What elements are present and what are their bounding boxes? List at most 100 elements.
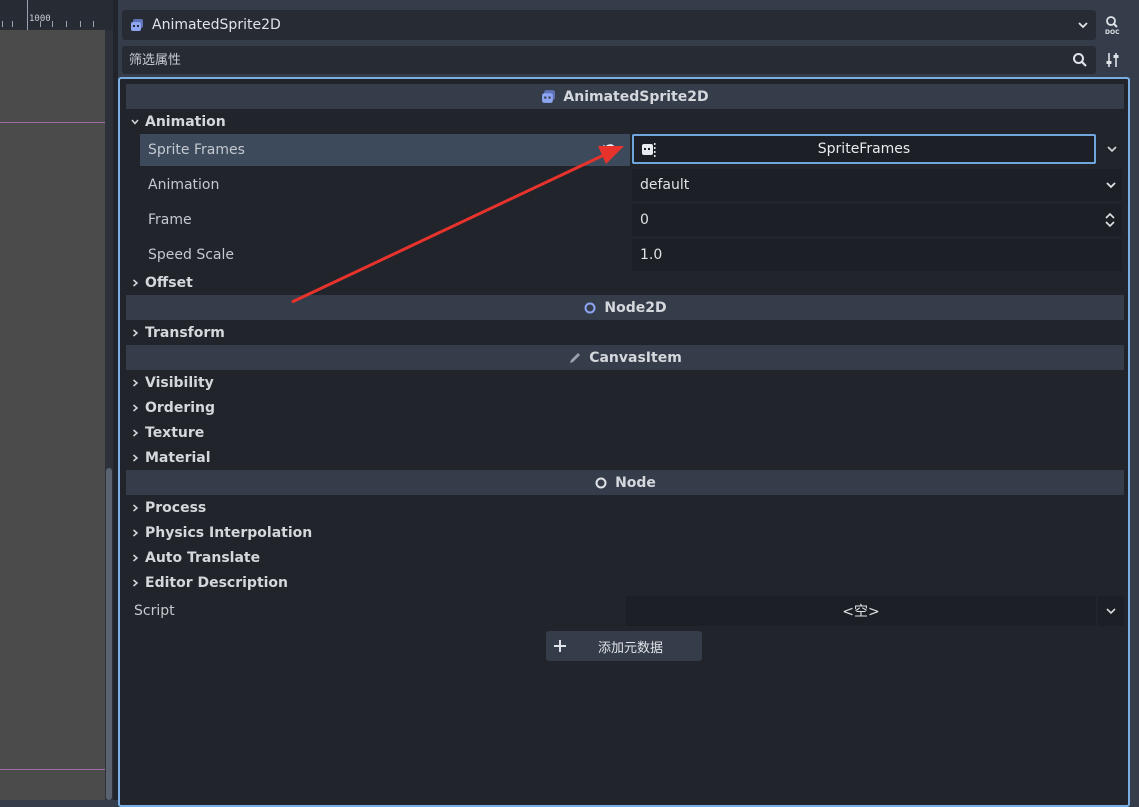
chevron-down-icon <box>1106 143 1118 155</box>
tools-button[interactable] <box>1100 47 1126 73</box>
node2d-icon <box>583 301 597 315</box>
property-filter-input[interactable] <box>122 46 1062 74</box>
section-header-animatedsprite2d: AnimatedSprite2D <box>126 84 1124 109</box>
frame-spinbox[interactable]: 0 <box>632 204 1122 236</box>
doc-icon: DOC <box>1104 15 1122 35</box>
ruler-tick <box>12 21 13 27</box>
chevron-down-icon <box>1076 18 1090 36</box>
group-process[interactable]: Process <box>126 495 1124 520</box>
script-value: <空> <box>842 604 880 620</box>
sprite-frames-resource-button[interactable]: SpriteFrames <box>632 134 1096 164</box>
group-offset[interactable]: Offset <box>126 270 1124 295</box>
chevron-right-icon <box>127 403 143 413</box>
group-physics-interpolation[interactable]: Physics Interpolation <box>126 520 1124 545</box>
section-title: Node2D <box>604 299 667 316</box>
viewport-scrollbar[interactable] <box>105 30 113 800</box>
group-label: Editor Description <box>145 574 289 591</box>
property-label: Sprite Frames <box>140 134 630 166</box>
property-row-sprite-frames: Sprite Frames SpriteFrames <box>138 134 1124 166</box>
group-label: Texture <box>145 424 205 441</box>
horizontal-ruler: 1000 <box>0 0 113 30</box>
ruler-tick <box>52 21 53 27</box>
property-row-frame: Frame 0 <box>138 204 1124 236</box>
spinner-arrows-icon[interactable] <box>1104 212 1116 228</box>
property-label: Speed Scale <box>148 247 235 263</box>
inspector-panel: AnimatedSprite2D Animation Sprite Frames… <box>118 77 1130 807</box>
group-label: Animation <box>145 113 226 130</box>
chevron-right-icon <box>127 503 143 513</box>
ruler-tick <box>40 21 41 27</box>
section-header-node: Node <box>126 470 1124 495</box>
add-metadata-label: 添加元数据 <box>598 640 664 656</box>
section-title: AnimatedSprite2D <box>563 88 709 105</box>
chevron-right-icon <box>127 428 143 438</box>
group-label: Transform <box>145 324 225 341</box>
chevron-down-icon <box>127 117 143 127</box>
group-ordering[interactable]: Ordering <box>126 395 1124 420</box>
group-transform[interactable]: Transform <box>126 320 1124 345</box>
sprite-frames-value: SpriteFrames <box>817 141 911 157</box>
chevron-right-icon <box>127 553 143 563</box>
search-icon <box>1072 52 1088 72</box>
script-dropdown[interactable] <box>1098 596 1124 626</box>
speed-scale-value: 1.0 <box>640 247 663 263</box>
group-auto-translate[interactable]: Auto Translate <box>126 545 1124 570</box>
property-row-speed-scale: Speed Scale 1.0 <box>138 239 1124 271</box>
group-label: Auto Translate <box>145 549 261 566</box>
property-filter[interactable] <box>122 46 1096 74</box>
chevron-right-icon <box>127 328 143 338</box>
viewport-scrollbar-thumb[interactable] <box>106 468 112 800</box>
inspector-top-strip <box>118 0 1139 10</box>
tools-icon <box>1105 52 1121 68</box>
sprite-frames-icon <box>640 142 656 162</box>
property-label: Frame <box>148 212 192 228</box>
group-label: Ordering <box>145 399 216 416</box>
script-resource-button[interactable]: <空> <box>626 596 1096 626</box>
animation-value: default <box>640 177 690 193</box>
chevron-down-icon <box>1105 605 1117 617</box>
group-visibility[interactable]: Visibility <box>126 370 1124 395</box>
add-metadata-button[interactable]: 添加元数据 <box>546 631 702 661</box>
ruler-tick <box>93 21 94 27</box>
group-label: Offset <box>145 274 193 291</box>
chevron-right-icon <box>127 528 143 538</box>
node-selector-dropdown[interactable]: AnimatedSprite2D <box>122 10 1096 40</box>
plus-icon <box>552 638 568 654</box>
section-header-canvasitem: CanvasItem <box>126 345 1124 370</box>
group-label: Visibility <box>145 374 214 391</box>
group-label: Physics Interpolation <box>145 524 313 541</box>
svg-text:DOC: DOC <box>1105 29 1120 35</box>
section-title: Node <box>615 474 656 491</box>
section-title: CanvasItem <box>589 349 682 366</box>
doc-button[interactable]: DOC <box>1100 12 1126 38</box>
property-row-animation: Animation default <box>138 169 1124 201</box>
property-label: Animation <box>148 177 220 193</box>
node-selector-label: AnimatedSprite2D <box>152 17 281 33</box>
group-label: Material <box>145 449 211 466</box>
node-icon <box>594 476 608 490</box>
canvas-viewport[interactable]: 1000 <box>0 0 113 800</box>
animated-sprite-icon <box>541 89 556 104</box>
chevron-right-icon <box>127 278 143 288</box>
ruler-major-tick <box>27 0 28 30</box>
animation-select[interactable]: default <box>632 169 1122 201</box>
property-label: Script <box>134 603 175 619</box>
viewport-guide-line <box>0 122 113 123</box>
group-editor-description[interactable]: Editor Description <box>126 570 1124 595</box>
group-texture[interactable]: Texture <box>126 420 1124 445</box>
group-animation[interactable]: Animation <box>126 109 1124 134</box>
chevron-right-icon <box>127 453 143 463</box>
viewport-guide-line <box>0 769 113 770</box>
group-label: Process <box>145 499 207 516</box>
group-material[interactable]: Material <box>126 445 1124 470</box>
chevron-right-icon <box>127 578 143 588</box>
sprite-frames-dropdown[interactable] <box>1100 134 1124 164</box>
chevron-right-icon <box>127 378 143 388</box>
speed-scale-input[interactable]: 1.0 <box>632 239 1122 271</box>
pencil-icon <box>568 351 582 365</box>
chevron-down-icon <box>1104 178 1118 192</box>
revert-icon[interactable] <box>602 141 618 161</box>
section-header-node2d: Node2D <box>126 295 1124 320</box>
property-row-script: Script <空> <box>126 596 1124 626</box>
animated-sprite-icon <box>130 18 144 32</box>
